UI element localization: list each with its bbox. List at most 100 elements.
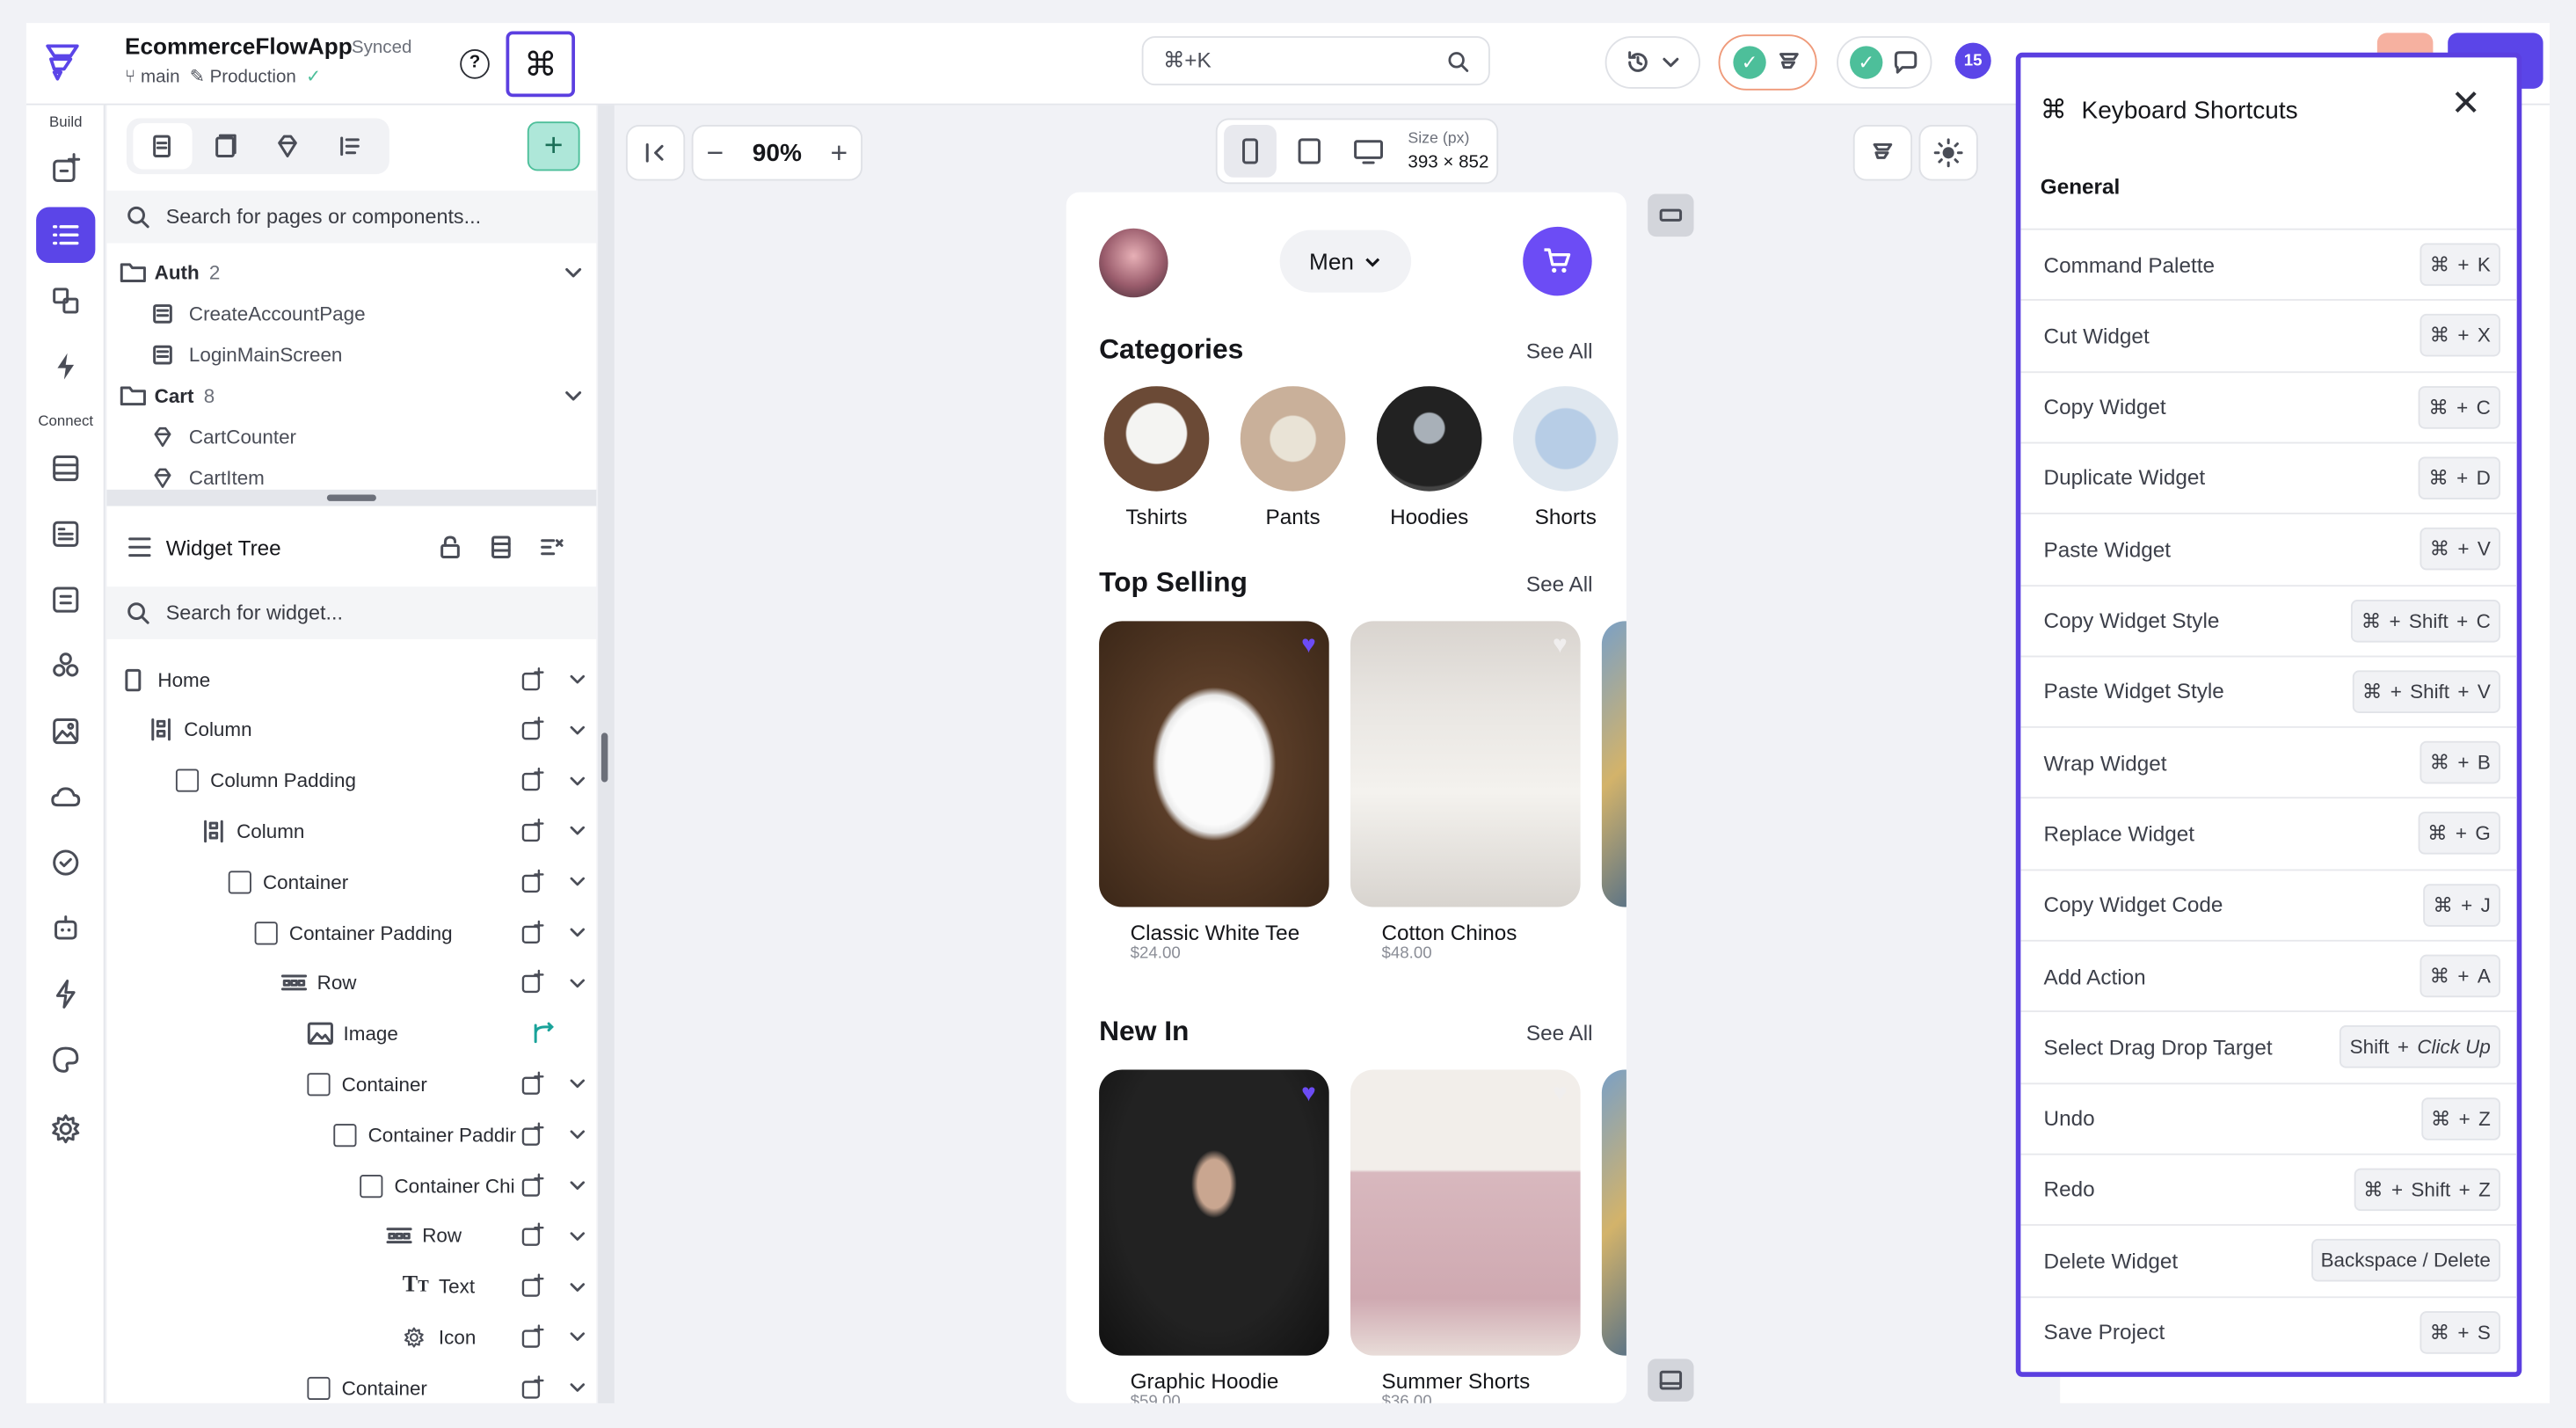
widget-tree-node[interactable]: Column <box>106 704 596 755</box>
widget-tree-node[interactable]: Icon <box>106 1312 596 1363</box>
branch-arrow-icon[interactable] <box>531 1021 557 1047</box>
keyboard-toggle-button[interactable] <box>1648 193 1694 237</box>
notifications-badge[interactable]: 15 <box>1954 42 1991 79</box>
widget-tree-node[interactable]: Home <box>106 654 596 705</box>
lock-icon[interactable] <box>437 534 463 560</box>
chevron-down-icon[interactable] <box>569 721 587 740</box>
categories-see-all-link[interactable]: See All <box>1526 339 1593 363</box>
product-card[interactable]: ♥ Classic White Tee $24.00 <box>1099 621 1329 982</box>
device-desktop-button[interactable] <box>1343 125 1395 178</box>
tab-layers[interactable] <box>195 123 254 169</box>
add-child-icon[interactable] <box>519 1324 545 1351</box>
widget-tree-nav-button[interactable] <box>36 207 96 263</box>
add-child-icon[interactable] <box>519 768 545 794</box>
favorite-heart-icon[interactable]: ♥ <box>1301 1080 1316 1108</box>
branch-info[interactable]: ⑂ main ✎ Production ✓ <box>125 66 321 87</box>
add-widget-nav-button[interactable] <box>36 142 95 198</box>
widget-tree-node[interactable]: Container Chi <box>106 1160 596 1211</box>
tab-outline[interactable] <box>320 123 379 169</box>
collapse-icon[interactable] <box>488 534 514 560</box>
widget-tree-node[interactable]: Container <box>106 1362 596 1413</box>
chevron-down-icon[interactable] <box>569 1278 587 1296</box>
flutterflow-toggle-button[interactable] <box>1852 125 1913 181</box>
widget-tree-node[interactable]: Row <box>106 1211 596 1262</box>
chevron-down-icon[interactable] <box>569 822 587 841</box>
chevron-down-icon[interactable] <box>569 1379 587 1397</box>
favorite-heart-icon[interactable]: ♥ <box>1301 631 1316 659</box>
add-child-icon[interactable] <box>519 1071 545 1097</box>
category-item[interactable]: Hoodies <box>1376 386 1482 534</box>
add-child-icon[interactable] <box>519 1172 545 1198</box>
cart-button[interactable] <box>1523 226 1592 296</box>
widget-tree-node[interactable]: Container <box>106 856 596 907</box>
add-child-icon[interactable] <box>519 667 545 693</box>
components-nav-button[interactable] <box>36 273 95 329</box>
widget-tree-node[interactable]: Image <box>106 1009 596 1060</box>
database-nav-button[interactable] <box>36 441 95 497</box>
tab-components[interactable] <box>258 123 317 169</box>
cloud-nav-button[interactable] <box>36 769 95 826</box>
media-nav-button[interactable] <box>36 703 95 760</box>
chevron-down-icon[interactable] <box>569 1227 587 1245</box>
theme-nav-button[interactable] <box>36 1031 95 1088</box>
tab-pages[interactable] <box>133 123 193 170</box>
add-child-icon[interactable] <box>519 818 545 844</box>
add-child-icon[interactable] <box>519 1121 545 1148</box>
settings-nav-button[interactable] <box>36 1101 95 1157</box>
filter-icon[interactable] <box>539 534 565 560</box>
product-card-peek[interactable] <box>1601 621 1626 907</box>
collapse-panel-button[interactable] <box>625 125 686 181</box>
product-card[interactable]: ♥ Summer Shorts $36.00 <box>1350 1069 1581 1403</box>
widget-tree-node[interactable]: Container Paddin <box>106 1110 596 1161</box>
keyboard-shortcuts-button[interactable]: ⌘ <box>506 31 576 98</box>
product-card-peek[interactable] <box>1601 1069 1626 1356</box>
favorite-heart-icon[interactable]: ♥ <box>1553 631 1568 659</box>
widget-tree-node[interactable]: Container Padding <box>106 907 596 958</box>
storage-nav-button[interactable] <box>36 572 95 628</box>
custom-code-nav-button[interactable] <box>36 966 95 1023</box>
zoom-in-button[interactable]: + <box>831 135 848 170</box>
widget-tree-node[interactable]: Container <box>106 1059 596 1110</box>
chevron-down-icon[interactable] <box>569 1329 587 1347</box>
close-icon[interactable]: ✕ <box>2448 84 2484 123</box>
favorite-heart-icon[interactable]: ♥ <box>1553 1080 1568 1108</box>
integrations-nav-button[interactable] <box>36 638 95 694</box>
api-nav-button[interactable] <box>36 506 95 563</box>
add-child-icon[interactable] <box>519 919 545 945</box>
widget-tree-node[interactable]: Row <box>106 958 596 1009</box>
add-child-icon[interactable] <box>519 717 545 743</box>
widget-tree-node[interactable]: Column Padding <box>106 755 596 806</box>
add-child-icon[interactable] <box>519 970 545 996</box>
actions-nav-button[interactable] <box>36 339 95 395</box>
product-card[interactable]: ♥ Cotton Chinos $48.00 <box>1350 621 1581 982</box>
profile-avatar[interactable] <box>1099 228 1168 298</box>
category-item[interactable]: Pants <box>1240 386 1346 534</box>
widget-search-input[interactable]: Search for widget... <box>106 586 597 639</box>
add-page-button[interactable]: + <box>527 121 580 171</box>
device-tablet-button[interactable] <box>1283 125 1335 178</box>
chevron-down-icon[interactable] <box>569 1075 587 1094</box>
gender-dropdown[interactable]: Men <box>1279 230 1412 293</box>
agents-nav-button[interactable] <box>36 900 95 957</box>
category-item[interactable]: Shorts <box>1512 386 1619 534</box>
chevron-down-icon[interactable] <box>569 670 587 688</box>
chevron-down-icon[interactable] <box>569 974 587 993</box>
panel-divider[interactable] <box>598 105 615 1403</box>
comments-button[interactable]: ✓ <box>1837 36 1932 89</box>
chevron-down-icon[interactable] <box>569 771 587 790</box>
help-icon[interactable]: ? <box>460 49 490 79</box>
page-search-input[interactable]: Search for pages or components... <box>106 190 597 244</box>
add-child-icon[interactable] <box>519 1223 545 1250</box>
zoom-out-button[interactable]: − <box>706 135 724 170</box>
new-in-see-all-link[interactable]: See All <box>1526 1020 1593 1045</box>
add-child-icon[interactable] <box>519 1374 545 1401</box>
chevron-down-icon[interactable] <box>569 873 587 892</box>
chevron-down-icon[interactable] <box>569 1177 587 1195</box>
widget-tree-node[interactable]: Column <box>106 805 596 856</box>
device-phone-button[interactable] <box>1224 125 1277 178</box>
testing-nav-button[interactable] <box>36 834 95 891</box>
app-logo-icon[interactable] <box>40 36 85 85</box>
chevron-down-icon[interactable] <box>569 923 587 942</box>
panel-resize-handle[interactable] <box>106 489 597 506</box>
command-search-input[interactable]: ⌘+K <box>1141 36 1490 86</box>
